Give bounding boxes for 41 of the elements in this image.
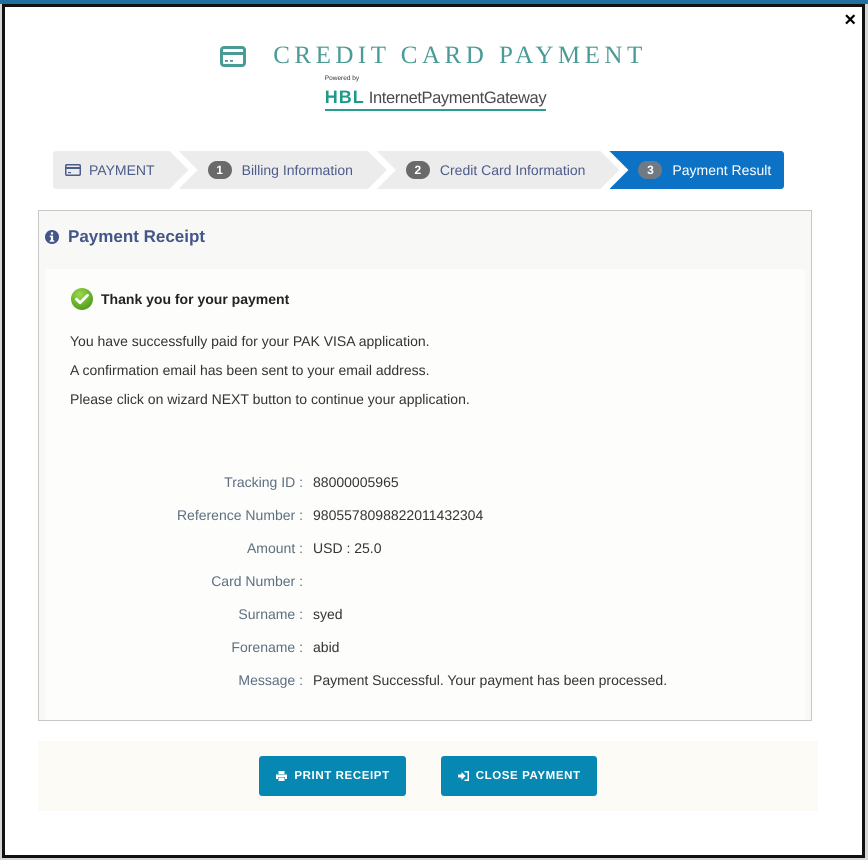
panel-title: Payment Receipt: [68, 227, 205, 247]
wizard-step[interactable]: PAYMENT: [53, 151, 189, 189]
detail-value: 88000005965: [313, 474, 399, 490]
close-button[interactable]: ×: [844, 12, 856, 28]
print-receipt-button[interactable]: PRINT RECEIPT: [259, 756, 406, 796]
credit-card-icon: [220, 46, 246, 66]
check-icon: [71, 288, 93, 310]
wizard-step[interactable]: 3 Payment Result: [609, 151, 784, 189]
wizard-step[interactable]: 2 Credit Card Information: [376, 151, 620, 189]
printer-icon: [276, 771, 288, 781]
detail-label: Tracking ID :: [223, 473, 303, 492]
detail-label: Forename :: [230, 638, 303, 657]
detail-label: Card Number :: [210, 572, 303, 591]
logo-text: InternetPaymentGateway: [368, 88, 546, 108]
detail-label: Surname :: [237, 605, 303, 624]
step-label: Payment Result: [672, 162, 772, 178]
detail-label: Reference Number :: [176, 506, 303, 525]
success-heading: Thank you for your payment: [101, 291, 290, 307]
detail-value: abid: [313, 639, 340, 655]
message-text: You have successfully paid for your PAK VISA application.: [70, 332, 431, 351]
detail-value: syed: [313, 606, 343, 622]
step-number-badge: 1: [208, 161, 232, 179]
detail-label: Message :: [237, 671, 303, 690]
detail-value: 9805578098822011432304: [313, 507, 484, 523]
step-label: Billing Information: [242, 162, 353, 178]
step-label: Credit Card Information: [440, 162, 586, 178]
dialog-title: CREDIT CARD PAYMENT: [273, 42, 647, 70]
credit-card-icon: [65, 164, 81, 176]
message-text: Please click on wizard NEXT button to continue your application.: [70, 390, 471, 409]
logo-mark: HBL: [324, 87, 365, 107]
step-number-badge: 3: [638, 161, 662, 179]
step-label: PAYMENT: [89, 162, 155, 178]
step-number-badge: 2: [406, 161, 430, 179]
info-icon: [45, 230, 59, 244]
detail-value: Payment Successful. Your payment has been processed.: [313, 672, 668, 688]
detail-value: USD : 25.0: [313, 540, 382, 556]
message-text: A confirmation email has been sent to your email address.: [70, 361, 431, 380]
wizard-step[interactable]: 1 Billing Information: [178, 151, 387, 189]
sign-in-icon: [458, 771, 469, 781]
close-payment-button[interactable]: CLOSE PAYMENT: [440, 756, 597, 796]
detail-label: Amount :: [246, 539, 303, 558]
